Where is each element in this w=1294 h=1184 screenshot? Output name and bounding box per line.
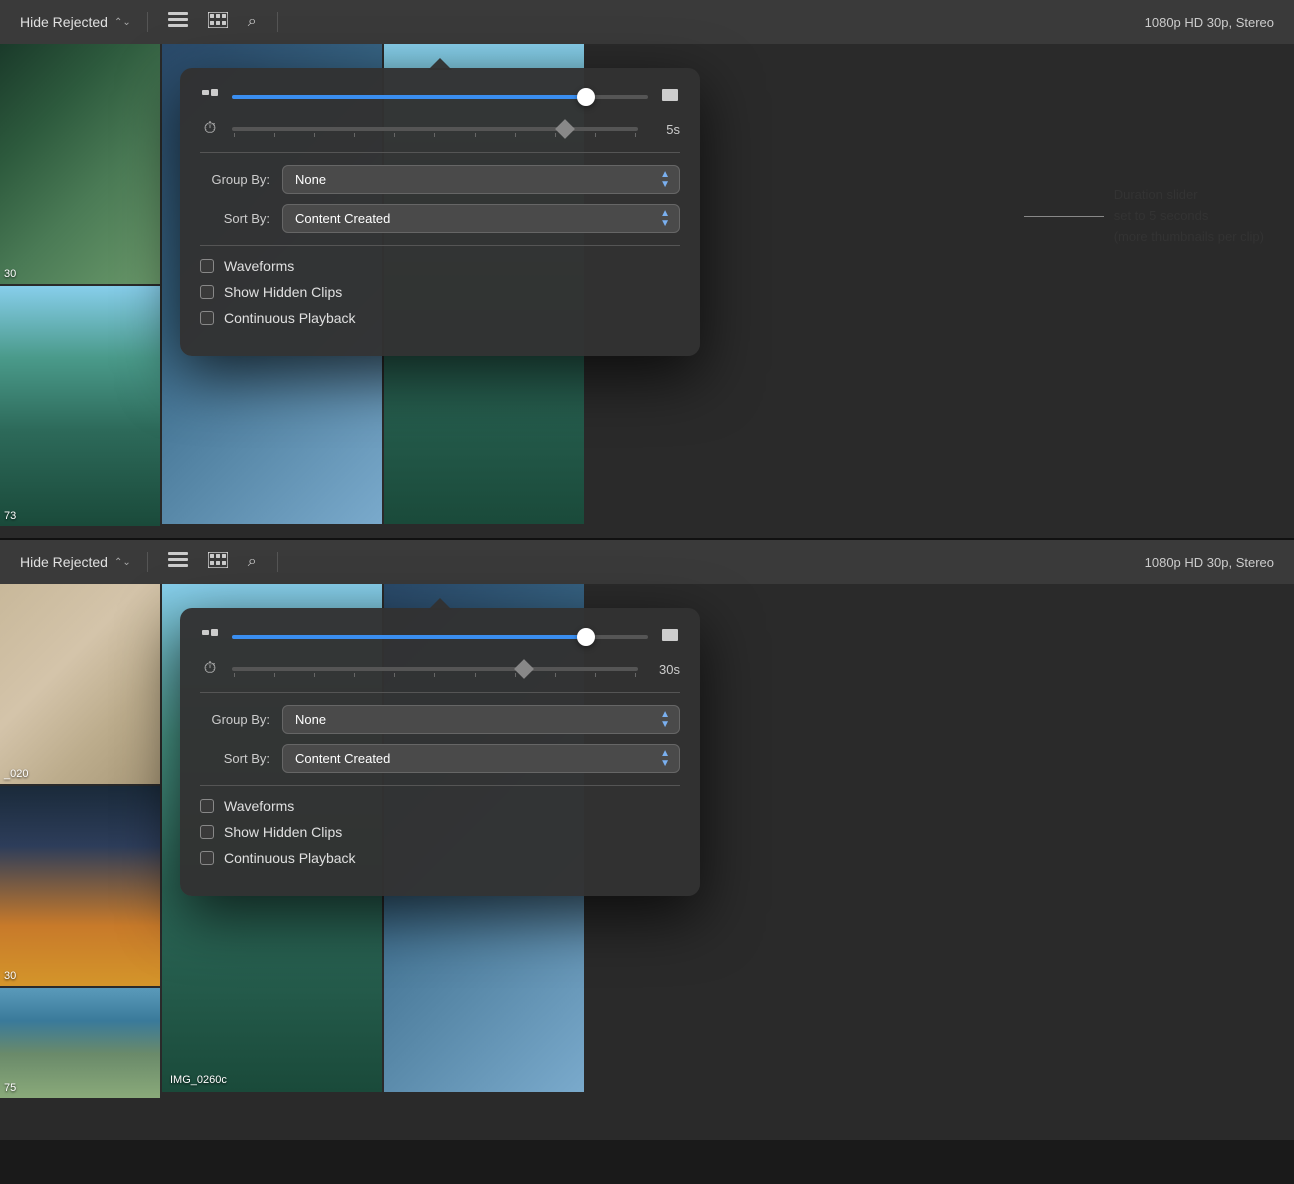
waveforms-row-2[interactable]: Waveforms	[200, 798, 680, 814]
continuous-playback-checkbox-2[interactable]	[200, 851, 214, 865]
search-icon[interactable]: ⌕	[244, 9, 261, 35]
search-icon-2[interactable]: ⌕	[244, 549, 261, 575]
sort-by-select-wrapper: Content Created ▲▼	[282, 204, 680, 233]
thumbnail-2-1: _020	[0, 584, 160, 784]
show-hidden-clips-row[interactable]: Show Hidden Clips	[200, 284, 680, 300]
panel-2: Hide Rejected ⌃⌄ ⌕ 1080p HD 30p,	[0, 540, 1294, 1140]
filmstrip-view-icon[interactable]	[204, 8, 232, 37]
divider-3	[200, 692, 680, 693]
popover-2: ⏱ 30s	[180, 608, 700, 896]
group-by-label: Group By:	[200, 172, 270, 187]
waveforms-row[interactable]: Waveforms	[200, 258, 680, 274]
toolbar-separator-1	[147, 12, 148, 32]
continuous-playback-row-1[interactable]: Continuous Playback	[200, 310, 680, 326]
format-label-2: 1080p HD 30p, Stereo	[1145, 555, 1274, 570]
popover-1: ⏱ 5s	[180, 68, 700, 356]
sort-by-row-2: Sort By: Content Created ▲▼	[200, 744, 680, 773]
filmstrip-view-icon-2[interactable]	[204, 548, 232, 577]
thumbnail-size-slider-2[interactable]	[232, 635, 648, 639]
thumb-label-2-2: 30	[4, 970, 16, 982]
thumb-label-1: 30	[4, 268, 16, 280]
show-hidden-clips-row-2[interactable]: Show Hidden Clips	[200, 824, 680, 840]
divider-1	[200, 152, 680, 153]
thumb-label-2-1: _020	[4, 768, 28, 780]
waveforms-checkbox-2[interactable]	[200, 799, 214, 813]
group-by-select-wrapper-2: None ▲▼	[282, 705, 680, 734]
thumb-label-2-3: 75	[4, 1082, 16, 1094]
sort-by-select-2[interactable]: Content Created	[282, 744, 680, 773]
group-by-label-2: Group By:	[200, 712, 270, 727]
toolbar-separator-4	[277, 552, 278, 572]
thumbnail-2-2: 30	[0, 786, 160, 986]
filter-dropdown[interactable]: Hide Rejected ⌃⌄	[20, 14, 131, 30]
show-hidden-clips-label: Show Hidden Clips	[224, 284, 342, 300]
clock-icon-2: ⏱	[200, 660, 220, 678]
thumbnail-small-icon	[200, 88, 220, 106]
continuous-playback-row-2[interactable]: Continuous Playback	[200, 850, 680, 866]
group-by-select[interactable]: None	[282, 165, 680, 194]
list-view-icon[interactable]	[164, 8, 192, 37]
annotation-text-1: Duration sliderset to 5 seconds(more thu…	[1114, 185, 1264, 247]
thumbnail-2-3: 75	[0, 988, 160, 1098]
duration-slider[interactable]	[232, 127, 638, 131]
thumb-col-2-1: _020 30 75	[0, 584, 160, 1140]
thumb-col-1: 30 73	[0, 44, 160, 538]
annotation-1: Duration sliderset to 5 seconds(more thu…	[1024, 185, 1264, 247]
divider-2	[200, 245, 680, 246]
thumbnail-size-row-2	[200, 628, 680, 646]
toolbar-separator-3	[147, 552, 148, 572]
filter-dropdown-2[interactable]: Hide Rejected ⌃⌄	[20, 554, 131, 570]
continuous-playback-checkbox-1[interactable]	[200, 311, 214, 325]
thumbnail-size-slider[interactable]	[232, 95, 648, 99]
filter-label: Hide Rejected	[20, 14, 108, 30]
show-hidden-clips-checkbox[interactable]	[200, 285, 214, 299]
group-by-select-2[interactable]: None	[282, 705, 680, 734]
group-by-row: Group By: None ▲▼	[200, 165, 680, 194]
duration-row-2: ⏱ 30s	[200, 660, 680, 678]
thumbnail-large-icon-2	[660, 628, 680, 646]
sort-by-label-2: Sort By:	[200, 751, 270, 766]
list-view-icon-2[interactable]	[164, 548, 192, 577]
group-by-select-wrapper: None ▲▼	[282, 165, 680, 194]
annotation-line-1	[1024, 216, 1104, 217]
waveforms-label-2: Waveforms	[224, 798, 294, 814]
duration-row: ⏱ 5s	[200, 120, 680, 138]
thumbnail-small-icon-2	[200, 628, 220, 646]
continuous-playback-label-2: Continuous Playback	[224, 850, 356, 866]
duration-value: 5s	[650, 122, 680, 137]
filter-arrow-icon-2: ⌃⌄	[114, 557, 131, 568]
filter-arrow-icon: ⌃⌄	[114, 17, 131, 28]
waveforms-checkbox[interactable]	[200, 259, 214, 273]
thumb-img-label: IMG_0260c	[170, 1074, 227, 1086]
show-hidden-clips-checkbox-2[interactable]	[200, 825, 214, 839]
divider-4	[200, 785, 680, 786]
format-label: 1080p HD 30p, Stereo	[1145, 15, 1274, 30]
toolbar-separator-2	[277, 12, 278, 32]
thumb-label-2: 73	[4, 510, 16, 522]
sort-by-select[interactable]: Content Created	[282, 204, 680, 233]
filter-label-2: Hide Rejected	[20, 554, 108, 570]
continuous-playback-label-1: Continuous Playback	[224, 310, 356, 326]
sort-by-row: Sort By: Content Created ▲▼	[200, 204, 680, 233]
sort-by-label: Sort By:	[200, 211, 270, 226]
thumbnail: 73	[0, 286, 160, 526]
panel-1: Hide Rejected ⌃⌄ ⌕ 1080p HD 30p,	[0, 0, 1294, 540]
duration-value-2: 30s	[650, 662, 680, 677]
show-hidden-clips-label-2: Show Hidden Clips	[224, 824, 342, 840]
clock-icon: ⏱	[200, 120, 220, 138]
group-by-row-2: Group By: None ▲▼	[200, 705, 680, 734]
waveforms-label: Waveforms	[224, 258, 294, 274]
toolbar-2: Hide Rejected ⌃⌄ ⌕ 1080p HD 30p,	[0, 540, 1294, 584]
thumbnail: 30	[0, 44, 160, 284]
sort-by-select-wrapper-2: Content Created ▲▼	[282, 744, 680, 773]
toolbar-1: Hide Rejected ⌃⌄ ⌕ 1080p HD 30p,	[0, 0, 1294, 44]
thumbnail-size-row	[200, 88, 680, 106]
thumbnail-large-icon	[660, 88, 680, 106]
duration-slider-2[interactable]	[232, 667, 638, 671]
